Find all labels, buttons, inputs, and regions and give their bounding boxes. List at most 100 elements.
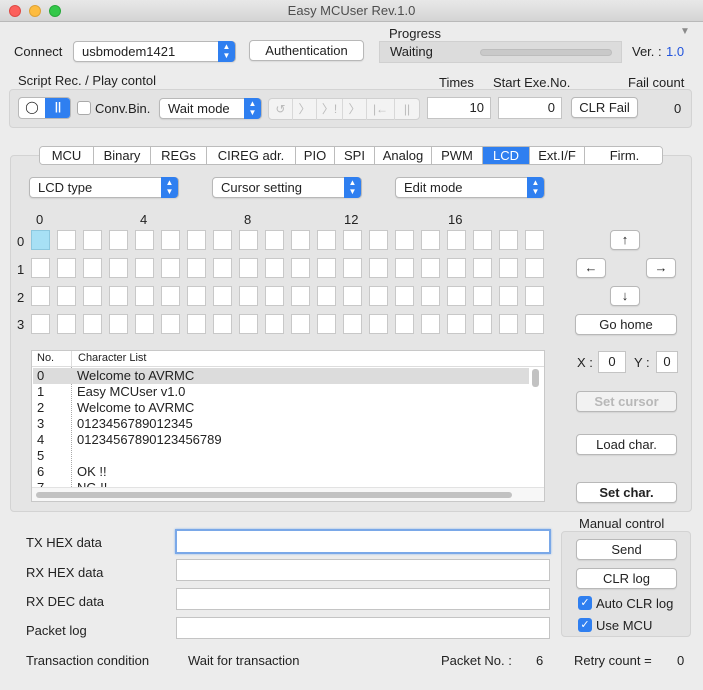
play-icon[interactable]: 〉 (293, 99, 317, 120)
lcd-cell[interactable] (447, 314, 466, 334)
lcd-cell[interactable] (447, 258, 466, 278)
edit-mode-select[interactable]: Edit mode ▲ ▼ (395, 177, 545, 198)
lcd-cell[interactable] (239, 258, 258, 278)
lcd-cell[interactable] (135, 314, 154, 334)
lcd-cell[interactable] (421, 314, 440, 334)
lcd-type-select[interactable]: LCD type ▲ ▼ (29, 177, 179, 198)
use-mcu-checkbox[interactable]: ✓ (578, 618, 592, 632)
authentication-button[interactable]: Authentication (249, 40, 364, 61)
lcd-cell[interactable] (473, 230, 492, 250)
auto-clr-log-checkbox[interactable]: ✓ (578, 596, 592, 610)
lcd-cell[interactable] (499, 258, 518, 278)
loop-icon[interactable]: ↺ (269, 99, 293, 120)
lcd-cell[interactable] (239, 230, 258, 250)
lcd-cell[interactable] (499, 230, 518, 250)
load-char-button[interactable]: Load char. (576, 434, 677, 455)
lcd-cell[interactable] (525, 230, 544, 250)
lcd-cell[interactable] (525, 314, 544, 334)
lcd-cell[interactable] (265, 286, 284, 306)
lcd-cell[interactable] (265, 314, 284, 334)
conv-bin-checkbox[interactable] (77, 101, 91, 115)
tab-binary[interactable]: Binary (94, 147, 151, 164)
cursor-left-button[interactable]: ← (576, 258, 606, 278)
lcd-cell[interactable] (265, 258, 284, 278)
lcd-cell[interactable] (343, 230, 362, 250)
start-exe-field[interactable]: 0 (498, 97, 562, 119)
tab-cireg[interactable]: CIREG adr. (207, 147, 296, 164)
horizontal-scrollbar[interactable] (32, 487, 544, 501)
tx-hex-input[interactable] (175, 529, 551, 554)
lcd-cell[interactable] (525, 286, 544, 306)
lcd-cell[interactable] (421, 230, 440, 250)
lcd-cell[interactable] (187, 230, 206, 250)
lcd-cell[interactable] (187, 258, 206, 278)
lcd-cell[interactable] (57, 258, 76, 278)
tab-pio[interactable]: PIO (296, 147, 335, 164)
lcd-cell[interactable] (109, 230, 128, 250)
list-item[interactable]: 3 0123456789012345 (33, 416, 529, 432)
lcd-cell[interactable] (447, 230, 466, 250)
cursor-up-button[interactable]: ↑ (610, 230, 640, 250)
lcd-cell[interactable] (369, 314, 388, 334)
lcd-cell[interactable] (499, 314, 518, 334)
lcd-cell[interactable] (447, 286, 466, 306)
cursor-down-button[interactable]: ↓ (610, 286, 640, 306)
lcd-cell[interactable] (317, 230, 336, 250)
lcd-cell[interactable] (473, 286, 492, 306)
go-home-button[interactable]: Go home (575, 314, 677, 335)
lcd-cell[interactable] (31, 314, 50, 334)
rewind-icon[interactable]: |← (367, 99, 395, 120)
lcd-cell[interactable] (57, 286, 76, 306)
list-item[interactable]: 6 OK !! (33, 464, 529, 480)
clr-fail-button[interactable]: CLR Fail (571, 97, 638, 118)
tab-firm[interactable]: Firm. (585, 147, 662, 164)
lcd-cell[interactable] (291, 286, 310, 306)
lcd-cell[interactable] (291, 258, 310, 278)
triangle-down-icon[interactable]: ▼ (680, 26, 690, 37)
lcd-cell[interactable] (317, 258, 336, 278)
tab-analog[interactable]: Analog (375, 147, 432, 164)
clr-log-button[interactable]: CLR log (576, 568, 677, 589)
lcd-cell[interactable] (369, 258, 388, 278)
lcd-cell[interactable] (109, 258, 128, 278)
y-field[interactable]: 0 (656, 351, 678, 373)
lcd-cell[interactable] (213, 258, 232, 278)
tab-mcu[interactable]: MCU (40, 147, 94, 164)
lcd-cell[interactable] (239, 286, 258, 306)
lcd-cell[interactable] (187, 286, 206, 306)
list-item[interactable]: 4 01234567890123456789 (33, 432, 529, 448)
lcd-cell[interactable] (343, 258, 362, 278)
lcd-cell[interactable] (135, 286, 154, 306)
lcd-cell[interactable] (109, 286, 128, 306)
lcd-cell[interactable] (343, 286, 362, 306)
lcd-cell[interactable] (317, 314, 336, 334)
tab-regs[interactable]: REGs (151, 147, 207, 164)
vertical-scroll-thumb[interactable] (532, 369, 539, 387)
set-cursor-button[interactable]: Set cursor (576, 391, 677, 412)
tab-lcd[interactable]: LCD (483, 147, 530, 164)
port-select[interactable]: usbmodem1421 ▲ ▼ (73, 41, 236, 62)
list-item[interactable]: 1 Easy MCUser v1.0 (33, 384, 529, 400)
set-char-button[interactable]: Set char. (576, 482, 677, 503)
play-break-icon[interactable]: 〉! (317, 99, 343, 120)
lcd-cell[interactable] (239, 314, 258, 334)
lcd-cell[interactable] (213, 314, 232, 334)
cursor-right-button[interactable]: → (646, 258, 676, 278)
tab-ext-if[interactable]: Ext.I/F (530, 147, 585, 164)
cursor-setting-select[interactable]: Cursor setting ▲ ▼ (212, 177, 362, 198)
lcd-cell[interactable] (31, 286, 50, 306)
horizontal-scroll-thumb[interactable] (36, 492, 512, 498)
send-button[interactable]: Send (576, 539, 677, 560)
list-item[interactable]: 5 (33, 448, 529, 464)
lcd-cell[interactable] (83, 286, 102, 306)
lcd-cell[interactable] (369, 286, 388, 306)
lcd-cell[interactable] (161, 258, 180, 278)
times-field[interactable]: 10 (427, 97, 491, 119)
lcd-cell[interactable] (473, 314, 492, 334)
x-field[interactable]: 0 (598, 351, 626, 373)
lcd-cell[interactable] (395, 258, 414, 278)
tab-pwm[interactable]: PWM (432, 147, 483, 164)
lcd-cell[interactable] (343, 314, 362, 334)
rx-dec-field[interactable] (176, 588, 550, 610)
lcd-cell[interactable] (161, 314, 180, 334)
